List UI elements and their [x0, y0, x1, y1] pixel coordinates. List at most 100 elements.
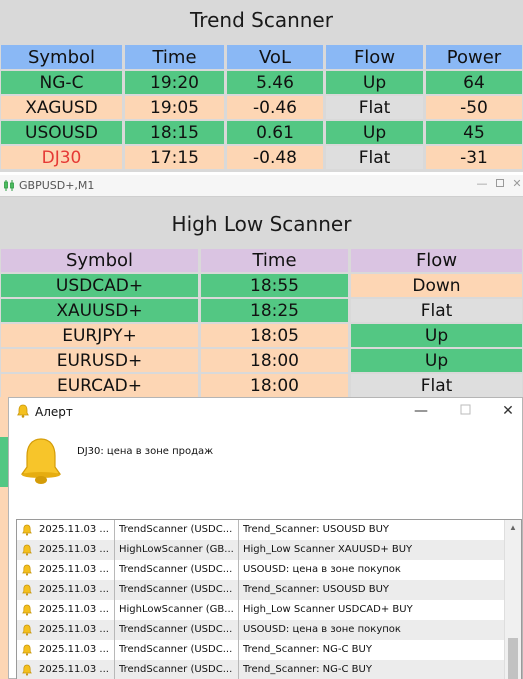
alert-time: 2025.11.03 ...: [39, 520, 115, 540]
close-icon[interactable]: ✕: [498, 402, 518, 420]
trend-row-1-time: 19:20: [125, 71, 224, 94]
highlow-row-3-flow: Up: [351, 324, 522, 347]
alert-time: 2025.11.03 ...: [39, 620, 115, 640]
list-item[interactable]: 2025.11.03 ... TrendScanner (USDC... Tre…: [17, 640, 505, 660]
highlow-header-time: Time: [201, 249, 348, 272]
trend-header-symbol: Symbol: [1, 45, 122, 69]
scrollbar-thumb[interactable]: [508, 638, 518, 679]
alert-source: HighLowScanner (GB...: [119, 600, 239, 620]
alert-message: DJ30: цена в зоне продаж: [77, 446, 214, 457]
trend-row-4-symbol: DJ30: [1, 146, 122, 169]
scroll-up-icon[interactable]: ▲: [505, 520, 521, 536]
trend-row-3-time: 18:15: [125, 121, 224, 144]
alert-text: High_Low Scanner USDCAD+ BUY: [243, 604, 413, 615]
trend-row-2-time: 19:05: [125, 96, 224, 119]
bell-icon: [22, 664, 32, 679]
minimize-icon[interactable]: —: [411, 402, 431, 420]
trend-scanner-title: Trend Scanner: [190, 8, 333, 32]
background-row-remnant: [0, 487, 8, 679]
list-item[interactable]: 2025.11.03 ... TrendScanner (USDC... Tre…: [17, 660, 505, 679]
alert-text: USOUSD: цена в зоне покупок: [243, 624, 401, 635]
large-bell-icon: [20, 436, 62, 491]
trend-scanner-panel: Trend Scanner Symbol Time VoL Flow Power…: [0, 0, 523, 172]
alert-text: USOUSD: цена в зоне покупок: [243, 564, 401, 575]
background-row-remnant: [0, 397, 8, 437]
list-item[interactable]: 2025.11.03 ... HighLowScanner (GB... Hig…: [17, 540, 505, 560]
alert-text: Trend_Scanner: NG-C BUY: [243, 664, 372, 675]
highlow-row-1-symbol: USDCAD+: [1, 274, 198, 297]
alert-source: TrendScanner (USDC...: [119, 660, 239, 679]
highlow-row-2-time: 18:25: [201, 299, 348, 322]
bell-icon: [22, 544, 32, 559]
trend-row-2-power: -50: [426, 96, 522, 119]
background-row-remnant: [0, 437, 8, 487]
highlow-row-3-time: 18:05: [201, 324, 348, 347]
highlow-row-2-symbol: XAUUSD+: [1, 299, 198, 322]
alert-time: 2025.11.03 ...: [39, 600, 115, 620]
highlow-row-4-flow: Up: [351, 349, 522, 372]
chart-window-title: GBPUSD+,M1: [19, 179, 95, 192]
highlow-row-4-time: 18:00: [201, 349, 348, 372]
highlow-row-2-flow: Flat: [351, 299, 522, 322]
trend-header-vol: VoL: [227, 45, 323, 69]
highlow-row-4-symbol: EURUSD+: [1, 349, 198, 372]
trend-row-4-power: -31: [426, 146, 522, 169]
alert-time: 2025.11.03 ...: [39, 560, 115, 580]
alert-text: Trend_Scanner: USOUSD BUY: [243, 524, 390, 535]
trend-header-flow: Flow: [326, 45, 423, 69]
bell-icon: [22, 624, 32, 639]
high-low-scanner-title: High Low Scanner: [171, 212, 352, 236]
bell-icon: [17, 404, 29, 423]
bell-icon: [22, 644, 32, 659]
highlow-row-5-time: 18:00: [201, 374, 348, 397]
alert-source: TrendScanner (USDC...: [119, 560, 239, 580]
bell-icon: [22, 584, 32, 599]
list-item[interactable]: 2025.11.03 ... TrendScanner (USDC... USO…: [17, 620, 505, 640]
alert-time: 2025.11.03 ...: [39, 660, 115, 679]
trend-row-1-power: 64: [426, 71, 522, 94]
highlow-row-1-flow: Down: [351, 274, 522, 297]
alert-text: Trend_Scanner: NG-C BUY: [243, 644, 372, 655]
list-item[interactable]: 2025.11.03 ... TrendScanner (USDC... Tre…: [17, 520, 505, 540]
maximize-icon[interactable]: [494, 178, 506, 190]
list-item[interactable]: 2025.11.03 ... HighLowScanner (GB... Hig…: [17, 600, 505, 620]
maximize-icon[interactable]: [455, 402, 475, 420]
highlow-header-flow: Flow: [351, 249, 522, 272]
candlestick-chart-icon: [3, 179, 15, 195]
trend-row-4-vol: -0.48: [227, 146, 323, 169]
highlow-row-1-time: 18:55: [201, 274, 348, 297]
trend-row-1-flow: Up: [326, 71, 423, 94]
alert-time: 2025.11.03 ...: [39, 580, 115, 600]
bell-icon: [22, 524, 32, 539]
trend-row-3-flow: Up: [326, 121, 423, 144]
highlow-row-5-flow: Flat: [351, 374, 522, 397]
trend-row-2-symbol: XAGUSD: [1, 96, 122, 119]
list-item[interactable]: 2025.11.03 ... TrendScanner (USDC... Tre…: [17, 580, 505, 600]
minimize-icon[interactable]: —: [476, 178, 488, 190]
list-item[interactable]: 2025.11.03 ... TrendScanner (USDC... USO…: [17, 560, 505, 580]
alert-source: TrendScanner (USDC...: [119, 620, 239, 640]
alert-history-list[interactable]: 2025.11.03 ... TrendScanner (USDC... Tre…: [16, 519, 522, 679]
alert-source: HighLowScanner (GB...: [119, 540, 239, 560]
alert-time: 2025.11.03 ...: [39, 640, 115, 660]
trend-row-3-vol: 0.61: [227, 121, 323, 144]
highlow-row-5-symbol: EURCAD+: [1, 374, 198, 397]
trend-row-2-flow: Flat: [326, 96, 423, 119]
high-low-scanner-panel: High Low Scanner Symbol Time Flow USDCAD…: [0, 197, 523, 397]
alert-text: High_Low Scanner XAUUSD+ BUY: [243, 544, 413, 555]
trend-row-4-time: 17:15: [125, 146, 224, 169]
trend-row-3-power: 45: [426, 121, 522, 144]
trend-row-1-vol: 5.46: [227, 71, 323, 94]
alert-source: TrendScanner (USDC...: [119, 520, 239, 540]
chart-window-titlebar[interactable]: GBPUSD+,M1 — ✕: [0, 175, 523, 197]
alert-source: TrendScanner (USDC...: [119, 640, 239, 660]
bell-icon: [22, 604, 32, 619]
alert-dialog[interactable]: Алерт — ✕ DJ30: цена в зоне продаж 2025.…: [8, 397, 523, 679]
alert-text: Trend_Scanner: USOUSD BUY: [243, 584, 390, 595]
trend-header-power: Power: [426, 45, 522, 69]
alert-list-scrollbar[interactable]: ▲: [504, 520, 521, 679]
close-icon[interactable]: ✕: [511, 178, 523, 190]
alert-source: TrendScanner (USDC...: [119, 580, 239, 600]
highlow-row-3-symbol: EURJPY+: [1, 324, 198, 347]
alert-time: 2025.11.03 ...: [39, 540, 115, 560]
